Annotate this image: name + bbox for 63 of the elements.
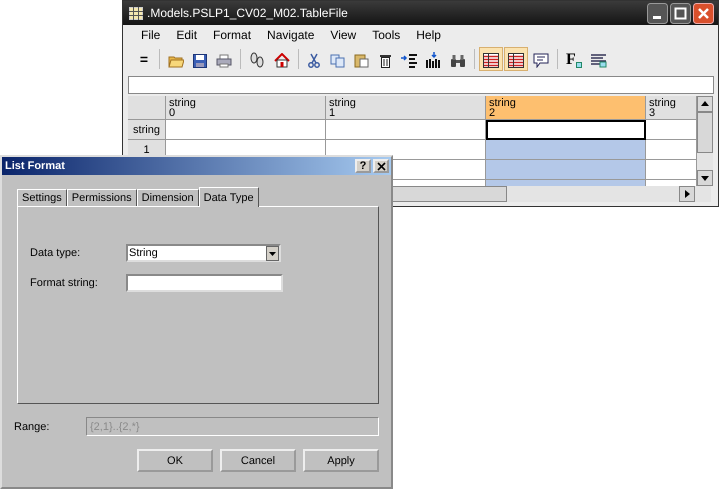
dialog-title: List Format — [5, 160, 66, 172]
clipboard-icon — [354, 53, 369, 68]
menu-item[interactable]: Format — [205, 26, 260, 44]
dialog-button[interactable]: OK — [137, 449, 213, 472]
data-type-dropdown[interactable]: String — [126, 244, 281, 262]
menu-item[interactable]: Edit — [168, 26, 206, 44]
table-cell[interactable] — [646, 160, 697, 180]
grid-icon — [483, 53, 499, 68]
trash-icon — [378, 53, 392, 68]
minimize-button[interactable] — [647, 2, 668, 24]
table-cell[interactable] — [646, 120, 697, 140]
insert-column-icon — [426, 52, 441, 68]
table-cell[interactable] — [486, 160, 646, 180]
binoculars-icon — [450, 54, 466, 68]
field-label: Range: — [14, 420, 50, 432]
formula-field[interactable] — [128, 76, 714, 94]
menu-item[interactable]: Navigate — [259, 26, 322, 44]
dialog-button[interactable]: Apply — [303, 449, 379, 472]
copy-icon — [330, 54, 345, 68]
help-button[interactable]: ? — [355, 159, 371, 173]
maximize-button[interactable] — [670, 2, 691, 24]
indent-icon — [401, 54, 417, 68]
field-label: Format string: — [30, 277, 99, 289]
close-button[interactable] — [693, 2, 714, 24]
menu-item[interactable]: Tools — [364, 26, 408, 44]
printer-icon — [216, 54, 232, 68]
table-cell[interactable] — [646, 140, 697, 160]
menu-item[interactable]: View — [322, 26, 364, 44]
column-header[interactable]: string 3 — [646, 96, 697, 120]
toolbar-button[interactable] — [504, 47, 528, 71]
table-cell[interactable] — [326, 120, 486, 140]
menu-item[interactable]: Help — [408, 26, 449, 44]
table-cell[interactable] — [486, 140, 646, 160]
table-icon — [129, 6, 143, 20]
format-string-field[interactable] — [126, 274, 283, 292]
tab[interactable]: Permissions — [66, 189, 137, 206]
menu-item[interactable]: File — [133, 26, 168, 44]
column-header[interactable]: string 1 — [326, 96, 486, 120]
toolbar-button[interactable]: F — [562, 47, 586, 71]
dialog-button[interactable]: Cancel — [220, 449, 296, 472]
column-header[interactable]: string 0 — [166, 96, 326, 120]
toolbar-button[interactable] — [479, 47, 503, 71]
footprints-icon — [249, 52, 265, 68]
table-cell[interactable] — [486, 120, 646, 140]
scissors-icon — [308, 53, 320, 68]
table-cell[interactable] — [166, 120, 326, 140]
window-title: .Models.PSLP1_CV02_M02.TableFile — [147, 6, 349, 20]
column-header[interactable]: string 2 — [486, 96, 646, 120]
list-icon — [590, 53, 607, 68]
row-header[interactable]: string — [128, 120, 166, 140]
tab[interactable]: Dimension — [136, 189, 199, 206]
toolbar-button[interactable]: = — [133, 47, 155, 71]
folder-icon — [168, 54, 184, 68]
field-label: Data type: — [30, 247, 82, 259]
tab[interactable]: Data Type — [198, 187, 259, 207]
grid-icon — [508, 53, 524, 68]
house-icon — [274, 53, 290, 68]
tab[interactable]: Settings — [17, 189, 67, 206]
header-corner — [128, 96, 166, 120]
speech-bubble-icon — [533, 52, 549, 68]
close-icon — [376, 162, 386, 170]
square-icon — [576, 62, 582, 68]
vertical-scrollbar[interactable] — [697, 96, 713, 186]
